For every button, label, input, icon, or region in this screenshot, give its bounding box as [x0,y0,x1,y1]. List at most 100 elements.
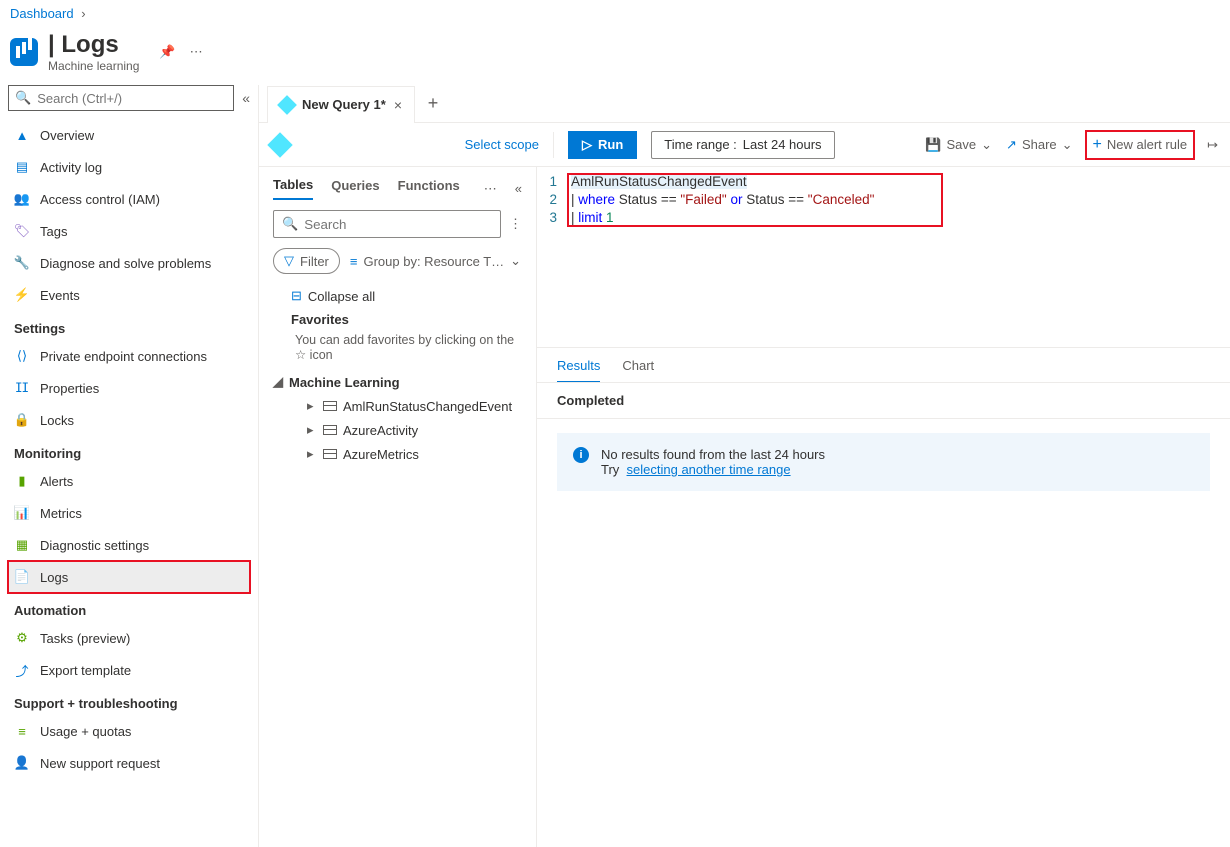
schema-search-input[interactable] [304,217,492,232]
sidebar-item-diagnose-and-solve-problems[interactable]: 🔧Diagnose and solve problems [8,247,250,279]
sidebar-item-access-control-iam-[interactable]: 👥Access control (IAM) [8,183,250,215]
sidebar-search[interactable]: 🔍 [8,85,234,111]
schema-options-icon[interactable]: ⋮ [509,216,522,232]
sidebar-item-export-template[interactable]: ⤴Export template [8,654,250,686]
sidebar-item-label: Tasks (preview) [40,631,130,646]
table-icon [323,401,337,411]
query-editor[interactable]: 123 AmlRunStatusChangedEvent| where Stat… [537,167,1230,347]
logs-icon: 📄 [14,569,30,585]
results-panel: Results Chart Completed i No results fou… [537,347,1230,847]
search-icon: 🔍 [282,216,298,232]
pin-icon[interactable]: 📌 [159,44,175,60]
sidebar-item-activity-log[interactable]: ▤ Activity log [8,151,250,183]
table-AzureActivity[interactable]: ▸ AzureActivity [273,418,522,442]
save-button[interactable]: 💾 Save ⌄ [925,137,992,153]
sidebar-item-label: Locks [40,413,74,428]
chevron-right-icon: › [81,6,85,21]
schema-tab-tables[interactable]: Tables [273,177,313,200]
save-icon: 💾 [925,137,941,153]
group-by-button[interactable]: ≡ Group by: Resource T… ⌄ [350,253,521,269]
table-icon [323,425,337,435]
code-line-3[interactable]: | limit 1 [571,209,874,227]
collapse-sidebar-icon[interactable]: « [242,90,250,106]
new-alert-rule-button[interactable]: + New alert rule [1087,132,1194,158]
sidebar-item-logs[interactable]: 📄Logs [8,561,250,593]
sidebar-item-tasks-preview-[interactable]: ⚙Tasks (preview) [8,622,250,654]
alerts-icon: ▮ [14,473,30,489]
code-line-1[interactable]: AmlRunStatusChangedEvent [571,173,874,191]
export-icon: ⤴ [14,662,30,678]
sidebar-item-properties[interactable]: ⵊⵊProperties [8,372,250,404]
search-icon: 🔍 [15,90,31,106]
select-time-range-link[interactable]: selecting another time range [627,462,791,477]
chart-tab[interactable]: Chart [622,358,654,383]
schema-panel: Tables Queries Functions ⋯ « 🔍 ⋮ [259,167,537,847]
sidebar-section-settings: Settings [8,311,250,340]
sidebar-item-overview[interactable]: ▲Overview [8,119,250,151]
schema-tab-queries[interactable]: Queries [331,178,379,199]
chevron-down-icon: ⌄ [510,253,521,269]
info-icon: i [573,447,589,463]
time-range-picker[interactable]: Time range : Last 24 hours [651,131,834,159]
export-button[interactable]: ↦ [1207,137,1218,153]
schema-search[interactable]: 🔍 [273,210,501,238]
sidebar-item-alerts[interactable]: ▮ Alerts [8,465,250,497]
sidebar-item-events[interactable]: ⚡Events [8,279,250,311]
share-button[interactable]: ↗ Share ⌄ [1006,137,1073,153]
sidebar-item-label: Events [40,288,80,303]
activity-icon: ▤ [14,159,30,175]
metrics-icon: 📊 [14,505,30,521]
sidebar-item-usage-quotas[interactable]: ≡Usage + quotas [8,715,250,747]
table-label: AzureActivity [343,423,418,438]
endpoint-icon: ⟨⟩ [14,348,30,364]
sidebar-section-support-troubleshooting: Support + troubleshooting [8,686,250,715]
sidebar-item-diagnostic-settings[interactable]: ▦Diagnostic settings [8,529,250,561]
collapse-all-button[interactable]: ⊟ Collapse all [273,284,522,308]
sidebar-item-label: Private endpoint connections [40,349,207,364]
locks-icon: 🔒 [14,412,30,428]
select-scope-button[interactable]: Select scope [465,137,539,152]
resource-icon [10,38,38,66]
caret-right-icon: ▸ [307,422,317,438]
sidebar-item-private-endpoint-connections[interactable]: ⟨⟩ Private endpoint connections [8,340,250,372]
add-tab-button[interactable]: + [415,93,451,114]
empty-message: No results found from the last 24 hours [601,447,825,462]
query-toolbar: Select scope ▷ Run Time range : Last 24 … [259,123,1230,167]
query-tabbar: New Query 1* × + [259,85,1230,123]
sidebar-section-monitoring: Monitoring [8,436,250,465]
code-line-2[interactable]: | where Status == "Failed" or Status == … [571,191,874,209]
sidebar-item-label: Metrics [40,506,82,521]
line-gutter: 123 [537,173,567,341]
collapse-schema-icon[interactable]: « [515,181,522,196]
overview-icon: ▲ [14,127,30,143]
schema-more-icon[interactable]: ⋯ [484,181,497,197]
sidebar: 🔍 « ▲Overview ▤ Activity log 👥Access contro… [0,85,258,847]
table-AmlRunStatusChangedEvent[interactable]: ▸AmlRunStatusChangedEvent [273,394,522,418]
query-tab-label: New Query 1* [302,97,386,112]
sidebar-item-locks[interactable]: 🔒 Locks [8,404,250,436]
cube-icon [277,95,297,115]
close-tab-icon[interactable]: × [394,97,402,113]
support-icon: 👤 [14,755,30,771]
sidebar-item-label: Activity log [40,160,102,175]
results-tab[interactable]: Results [557,358,600,383]
sidebar-item-label: Diagnostic settings [40,538,149,553]
resource-type: Machine learning [48,59,139,73]
breadcrumb: Dashboard › [0,0,1230,27]
sidebar-item-metrics[interactable]: 📊 Metrics [8,497,250,529]
sidebar-item-label: Tags [40,224,67,239]
filter-button[interactable]: ▽ Filter [273,248,340,274]
more-icon[interactable]: ⋯ [190,44,203,60]
query-tab[interactable]: New Query 1* × [267,86,415,123]
breadcrumb-root[interactable]: Dashboard [10,6,74,21]
search-input[interactable] [37,91,227,106]
tree-group-ml[interactable]: ◢ Machine Learning [273,370,522,394]
sidebar-item-tags[interactable]: 🏷Tags [8,215,250,247]
filter-icon: ▽ [284,253,294,269]
schema-tab-functions[interactable]: Functions [398,178,460,199]
sidebar-item-new-support-request[interactable]: 👤New support request [8,747,250,779]
sidebar-item-label: Alerts [40,474,73,489]
run-button[interactable]: ▷ Run [568,131,637,159]
play-icon: ▷ [582,137,592,153]
table-AzureMetrics[interactable]: ▸AzureMetrics [273,442,522,466]
